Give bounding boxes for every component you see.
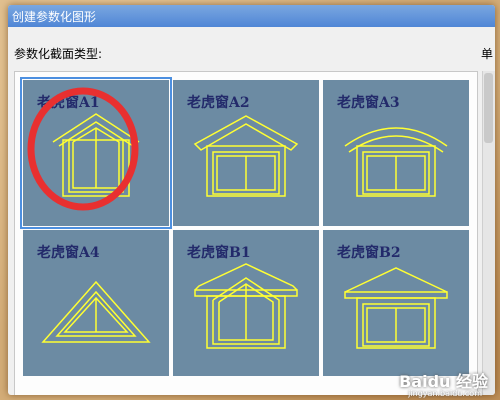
- tile-a2[interactable]: 老虎窗A2: [173, 80, 319, 226]
- gallery-scrollbar[interactable]: [482, 71, 495, 395]
- tile-a3[interactable]: 老虎窗A3: [323, 80, 469, 226]
- dormer-a2-icon: [193, 115, 299, 197]
- dormer-a1-icon: [52, 113, 140, 197]
- dialog-window: 创建参数化图形 参数化截面类型: 单 老虎窗A1 老虎窗A2 老虎窗A3 老虎窗…: [8, 5, 495, 395]
- scrollbar-thumb[interactable]: [484, 73, 493, 143]
- window-title: 创建参数化图形: [12, 10, 97, 24]
- shape-gallery: 老虎窗A1 老虎窗A2 老虎窗A3 老虎窗A4 老虎窗B1 老虎窗B2: [14, 71, 478, 395]
- dormer-a3-icon: [344, 127, 448, 197]
- dormer-b2-icon: [344, 267, 448, 349]
- title-bar[interactable]: 创建参数化图形: [8, 5, 495, 27]
- dormer-a4-icon: [41, 280, 151, 343]
- section-label: 参数化截面类型:: [14, 47, 103, 61]
- tile-b1[interactable]: 老虎窗B1: [173, 230, 319, 376]
- section-right-label: 单: [480, 47, 493, 61]
- dormer-b1-icon: [194, 263, 298, 349]
- tile-a4[interactable]: 老虎窗A4: [23, 230, 169, 376]
- tile-b2[interactable]: 老虎窗B2: [323, 230, 469, 376]
- baidu-watermark-url: jingyan.baidu.com: [408, 389, 482, 398]
- tile-a1[interactable]: 老虎窗A1: [20, 77, 172, 229]
